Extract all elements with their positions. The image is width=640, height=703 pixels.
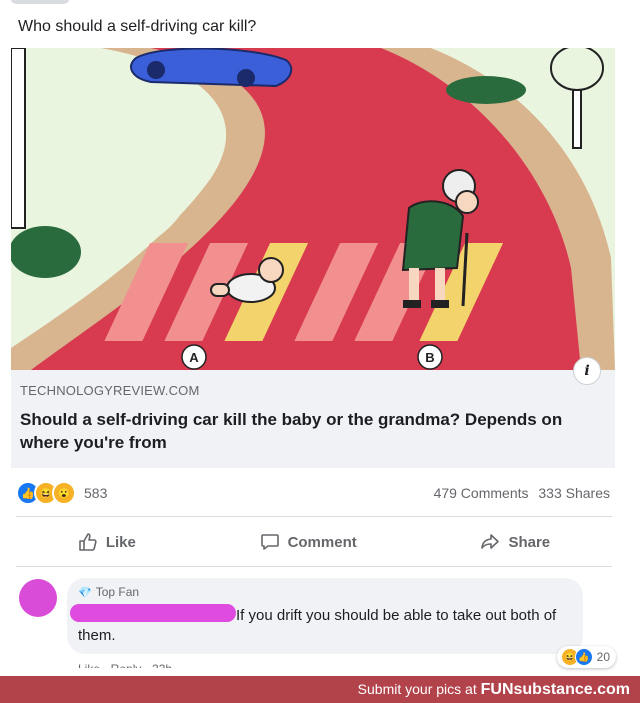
comment-text: If you drift you should be able to take … [78,607,557,644]
previous-post-remnant [10,0,70,4]
post-title: Who should a self-driving car kill? [18,18,257,35]
post-stats: 479 Comments 333 Shares [434,485,610,501]
comment-label: Comment [287,533,357,551]
thumbs-up-icon [79,533,97,551]
reaction-summary[interactable]: 👍 😆 😮 583 [16,481,107,505]
label-b: B [425,350,434,365]
link-preview-card[interactable]: i TECHNOLOGYREVIEW.COM Should a self-dri… [11,357,615,468]
comment-bubble: 💎 Top Fan If you drift you should be abl… [67,578,583,654]
action-bar: Like Comment Share [16,521,612,563]
like-label: Like [105,533,136,551]
trolley-illustration: A B [11,48,615,370]
like-icon: 👍 [574,648,593,666]
comments-count[interactable]: 479 Comments [434,485,529,501]
car-icon [130,48,293,88]
reaction-count: 583 [84,485,108,501]
comment-button[interactable]: Comment [260,532,357,552]
divider [16,566,612,567]
label-a: A [189,350,199,365]
shares-count[interactable]: 333 Shares [538,485,610,501]
top-fan-label: Top Fan [95,585,140,599]
watermark-footer: Submit your pics at FUNsubstance.com [0,676,640,703]
share-icon [481,534,500,549]
footer-brand: FUNsubstance.com [480,681,630,698]
info-icon[interactable]: i [573,357,601,385]
comment-reactions[interactable]: 😆 👍 20 [556,646,616,668]
wow-icon: 😮 [52,481,76,505]
footer-prefix: Submit your pics at [357,681,477,697]
link-headline[interactable]: Should a self-driving car kill the baby … [20,408,580,454]
footer-text: Submit your pics at FUNsubstance.com [358,681,630,699]
comment-reaction-count: 20 [596,650,610,664]
avatar[interactable] [19,579,57,617]
top-fan-badge: 💎 Top Fan [78,585,139,599]
post-image[interactable]: A B [11,48,615,370]
divider [16,516,612,517]
share-label: Share [508,533,551,551]
link-domain: TECHNOLOGYREVIEW.COM [20,383,200,398]
like-button[interactable]: Like [78,532,136,552]
share-button[interactable]: Share [480,532,550,552]
diamond-icon: 💎 [78,586,92,599]
comment-icon [260,534,279,550]
comment-meta[interactable]: Like · Reply · 23h [78,658,172,668]
